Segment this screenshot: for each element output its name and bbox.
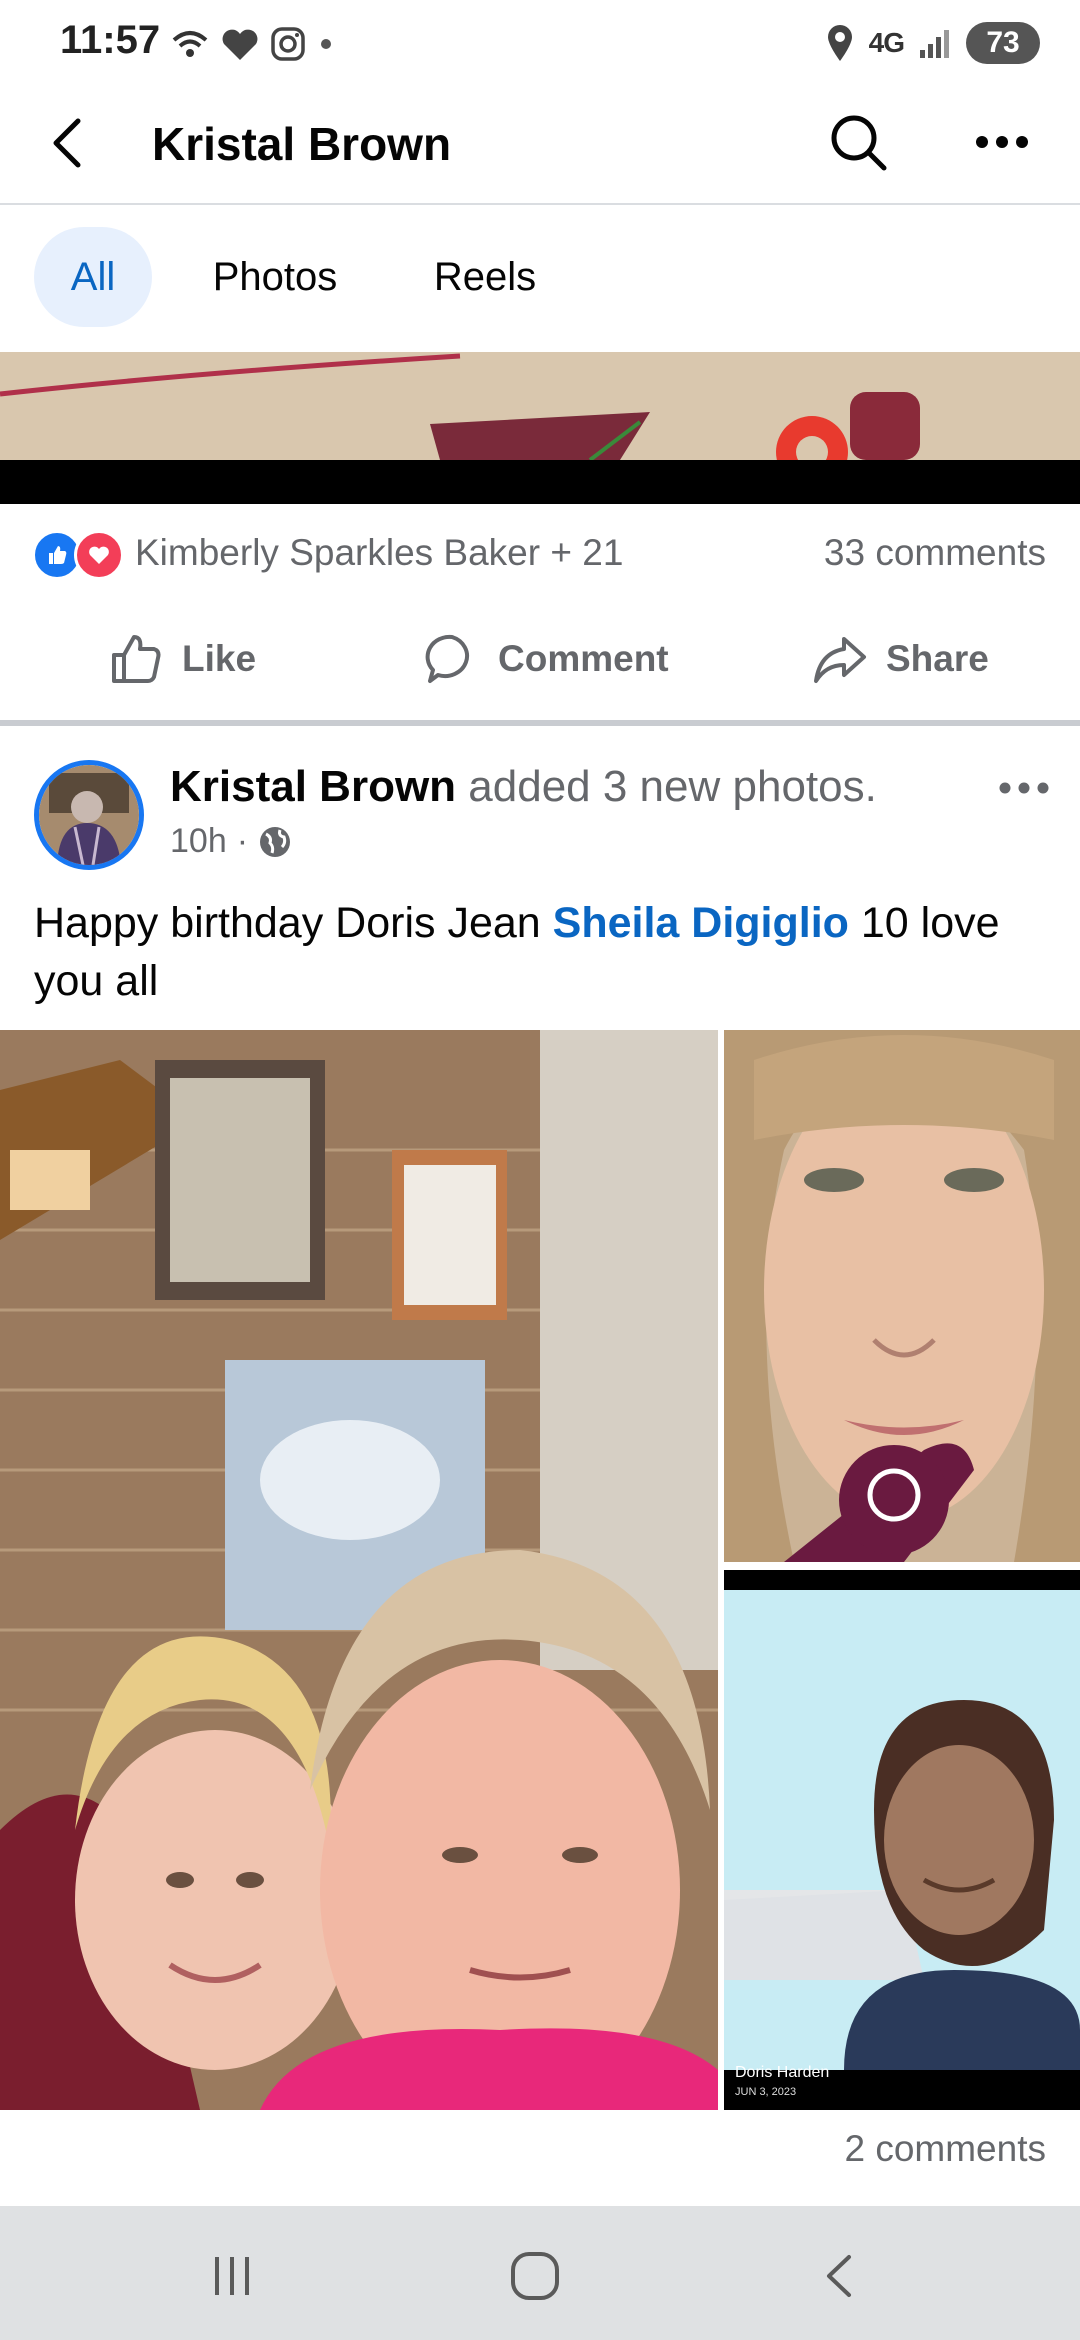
more-horizontal-icon xyxy=(999,782,1049,794)
thumbs-up-icon xyxy=(112,635,161,683)
share-button[interactable]: Share xyxy=(812,624,989,694)
tab-reels[interactable]: Reels xyxy=(420,227,550,327)
post-options-button[interactable] xyxy=(994,768,1054,808)
post-meta: 10h · xyxy=(170,822,292,861)
back-button[interactable] xyxy=(40,113,100,173)
tab-photos[interactable]: Photos xyxy=(200,227,350,327)
previous-post-image xyxy=(0,352,1080,460)
post-header-line: Kristal Brown added 3 new photos. xyxy=(170,762,877,812)
wifi-call-icon xyxy=(172,31,208,57)
post-action-text: added 3 new photos. xyxy=(468,762,877,811)
system-back-button[interactable] xyxy=(800,2236,880,2316)
feed-separator xyxy=(0,720,1080,726)
instagram-icon xyxy=(271,27,305,61)
love-reaction-icon xyxy=(74,530,124,580)
previous-post-media[interactable] xyxy=(0,352,1080,460)
status-time: 11:57 xyxy=(60,18,161,62)
outdoor-selfie-photo xyxy=(724,1570,1080,2110)
back-chevron-icon xyxy=(827,2255,851,2297)
signal-icon xyxy=(920,30,949,58)
status-notification-icons xyxy=(170,22,336,66)
share-label: Share xyxy=(886,638,989,679)
post-comments-count[interactable]: 2 comments xyxy=(844,2128,1046,2170)
post-photo-selfie[interactable] xyxy=(724,1570,1080,2110)
reaction-names: Kimberly Sparkles Baker + 21 xyxy=(135,532,624,573)
post-timestamp[interactable]: 10h xyxy=(170,822,227,861)
like-label: Like xyxy=(182,638,257,679)
search-button[interactable] xyxy=(826,110,890,174)
post-text-start: Happy birthday Doris Jean xyxy=(34,899,553,947)
post-author-name[interactable]: Kristal Brown xyxy=(170,762,456,811)
post-photo-portrait[interactable] xyxy=(724,1030,1080,1562)
globe-icon xyxy=(260,826,291,857)
share-arrow-icon xyxy=(814,637,866,683)
portrait-photo xyxy=(724,1030,1080,1562)
more-horizontal-icon xyxy=(976,136,1028,148)
mention-link[interactable]: Sheila Digiglio xyxy=(553,899,849,947)
avatar[interactable] xyxy=(34,760,144,870)
home-icon xyxy=(511,2252,559,2300)
page-title: Kristal Brown xyxy=(152,118,452,170)
post-text: Happy birthday Doris Jean Sheila Digigli… xyxy=(34,894,1044,1010)
profile-picture xyxy=(39,765,139,865)
system-navigation-bar xyxy=(0,2206,1080,2340)
filter-tabs: All Photos Reels xyxy=(0,205,1080,351)
comment-bubble-icon xyxy=(425,634,470,683)
more-options-button[interactable] xyxy=(970,110,1034,174)
comments-count-link[interactable]: 33 comments xyxy=(824,532,1046,574)
status-system-icons: 4G 73 xyxy=(825,18,1040,68)
location-icon xyxy=(827,25,852,61)
comment-button[interactable]: Comment xyxy=(424,624,669,694)
back-arrow-icon xyxy=(53,118,81,168)
status-bar: 11:57 4G 73 xyxy=(0,0,1080,85)
meta-separator-dot: · xyxy=(236,822,249,860)
post-photo-main[interactable] xyxy=(0,1030,718,2110)
network-type: 4G xyxy=(868,27,905,58)
reactions-summary[interactable]: Kimberly Sparkles Baker + 21 33 comments xyxy=(0,510,1080,594)
post-actions: Like Comment Share xyxy=(0,600,1080,718)
dot-icon xyxy=(321,39,331,49)
recent-apps-button[interactable] xyxy=(192,2236,272,2316)
home-button[interactable] xyxy=(495,2236,575,2316)
battery-indicator: 73 xyxy=(966,22,1040,64)
search-icon xyxy=(831,115,887,171)
photo-caption-date: JUN 3, 2023 xyxy=(735,2086,797,2098)
recent-apps-icon xyxy=(215,2257,249,2295)
tab-all[interactable]: All xyxy=(34,227,152,327)
like-button[interactable]: Like xyxy=(108,624,256,694)
reaction-icons xyxy=(32,530,124,580)
selfie-photo xyxy=(0,1030,718,2110)
media-letterbox-bar xyxy=(0,460,1080,504)
heart-app-icon xyxy=(222,29,258,60)
photo-caption-name: Doris Harden xyxy=(735,2064,830,2081)
app-header: Kristal Brown xyxy=(0,85,1080,205)
comment-label: Comment xyxy=(498,638,669,679)
